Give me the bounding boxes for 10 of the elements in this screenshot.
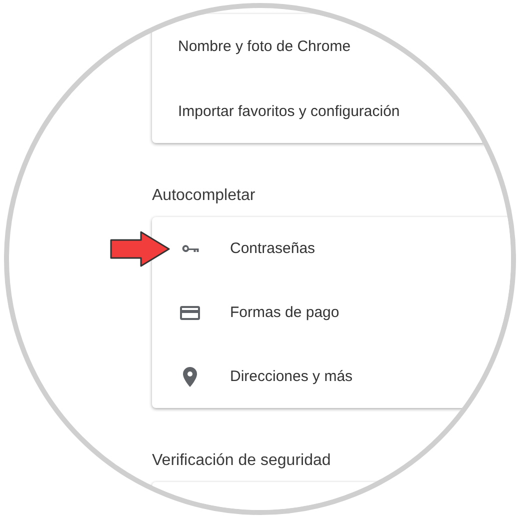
section-heading: Verificación de seguridad [152, 451, 332, 471]
credit-card-icon [180, 306, 200, 320]
settings-item[interactable]: Contraseñas [152, 217, 511, 280]
settings-item[interactable]: Importar favoritos y configuración [152, 78, 511, 143]
key-icon [182, 245, 198, 252]
settings-item[interactable]: Direcciones y más [152, 344, 511, 408]
settings-item[interactable]: Nombre y foto de Chrome [152, 14, 511, 78]
settings-item[interactable]: Formas de pago [152, 280, 511, 344]
location-pin-icon [183, 366, 197, 386]
section-heading: Autocompletar [152, 186, 256, 206]
